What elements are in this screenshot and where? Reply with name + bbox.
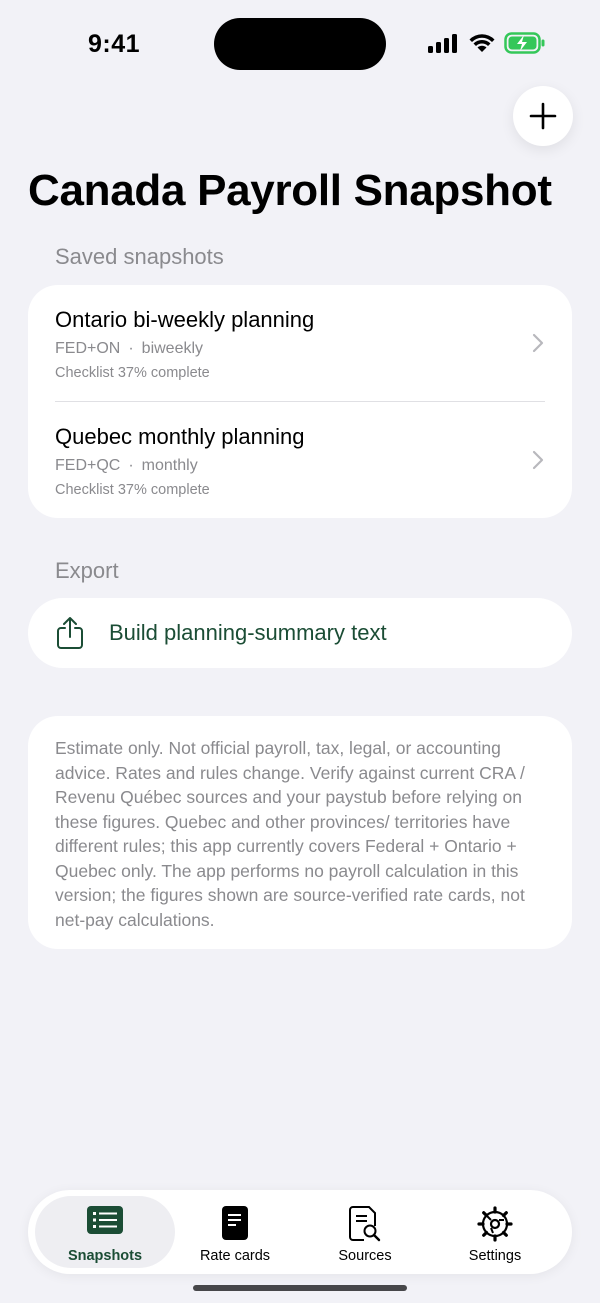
wifi-icon [469,34,495,52]
build-summary-button[interactable]: Build planning-summary text [28,598,572,668]
saved-snapshots-header: Saved snapshots [55,244,224,269]
meta-separator: · [128,457,134,474]
dynamic-island [214,18,386,70]
snapshot-row[interactable]: Ontario bi-weekly planning FED+ON · biweek… [28,285,572,402]
snapshot-progress: Checklist 37% complete [55,482,210,498]
tab-settings[interactable]: Settings [425,1196,565,1268]
snapshot-progress: Checklist 37% complete [55,365,210,381]
status-time: 9:41 [88,30,141,58]
document-search-icon [349,1206,381,1242]
snapshot-jurisdiction: FED+QC [55,457,121,474]
saved-snapshots-list: Ontario bi-weekly planning FED+ON · biweek… [28,285,572,518]
gear-icon [477,1206,513,1242]
tab-label: Sources [338,1248,392,1264]
tab-bar: Snapshots Rate cards Sources Settings [28,1190,572,1274]
page-title: Canada Payroll Snapshot [28,166,552,215]
status-bar: 9:41 [0,0,600,90]
snapshot-meta: FED+ON · biweekly [55,340,203,358]
snapshot-frequency: biweekly [141,340,204,357]
snapshot-title: Quebec monthly planning [55,424,305,449]
list-icon [87,1206,123,1234]
document-icon [222,1206,248,1240]
cellular-signal-icon [428,34,457,53]
plus-icon [529,102,557,130]
tab-label: Rate cards [199,1248,271,1264]
add-snapshot-button[interactable] [513,86,573,146]
home-indicator [193,1285,407,1291]
disclaimer-text: Estimate only. Not official payroll, tax… [55,738,525,930]
snapshot-meta: FED+QC · monthly [55,457,198,475]
battery-charging-icon [504,32,545,54]
snapshot-jurisdiction: FED+ON [55,340,121,357]
disclaimer-card: Estimate only. Not official payroll, tax… [28,716,572,949]
status-icons [428,32,546,54]
snapshot-row[interactable]: Quebec monthly planning FED+QC · monthly C… [28,402,572,519]
snapshot-frequency: monthly [141,457,198,474]
tab-label: Snapshots [67,1248,143,1264]
snapshot-title: Ontario bi-weekly planning [55,307,315,332]
chevron-right-icon [532,333,544,353]
tab-rate-cards[interactable]: Rate cards [165,1196,305,1268]
tab-label: Settings [468,1248,522,1264]
tab-sources[interactable]: Sources [295,1196,435,1268]
tab-snapshots[interactable]: Snapshots [35,1196,175,1268]
build-summary-label: Build planning-summary text [109,620,387,645]
export-header: Export [55,558,119,583]
meta-separator: · [128,340,134,357]
share-icon [57,617,83,649]
chevron-right-icon [532,450,544,470]
